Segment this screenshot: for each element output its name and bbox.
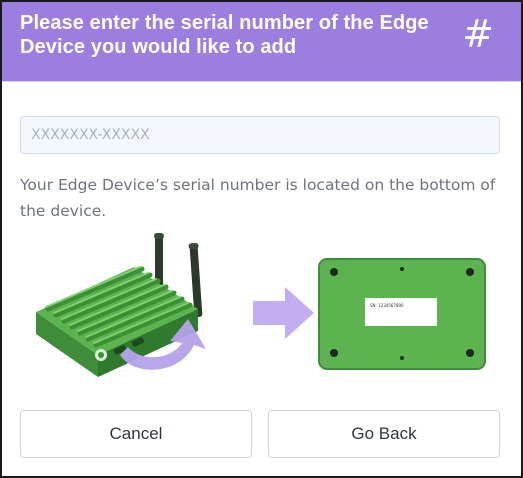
dialog-title: Please enter the serial number of the Ed… [20,12,429,58]
serial-location-help-text: Your Edge Device’s serial number is loca… [20,176,496,220]
dialog-header: Please enter the serial number of the Ed… [2,2,521,81]
hash-icon: # [462,12,494,56]
arrow-right-icon [253,287,314,339]
header-divider [2,81,521,82]
edge-device-bottom-icon: SN: 1234567890 [318,258,486,370]
serial-label-text: SN: 1234567890 [370,303,404,308]
cancel-button[interactable]: Cancel [20,410,252,458]
add-edge-device-dialog: Please enter the serial number of the Ed… [0,0,523,478]
serial-location-illustration: SN: 1234567890 [36,233,486,377]
serial-number-input[interactable] [20,116,500,154]
go-back-button[interactable]: Go Back [268,410,500,458]
